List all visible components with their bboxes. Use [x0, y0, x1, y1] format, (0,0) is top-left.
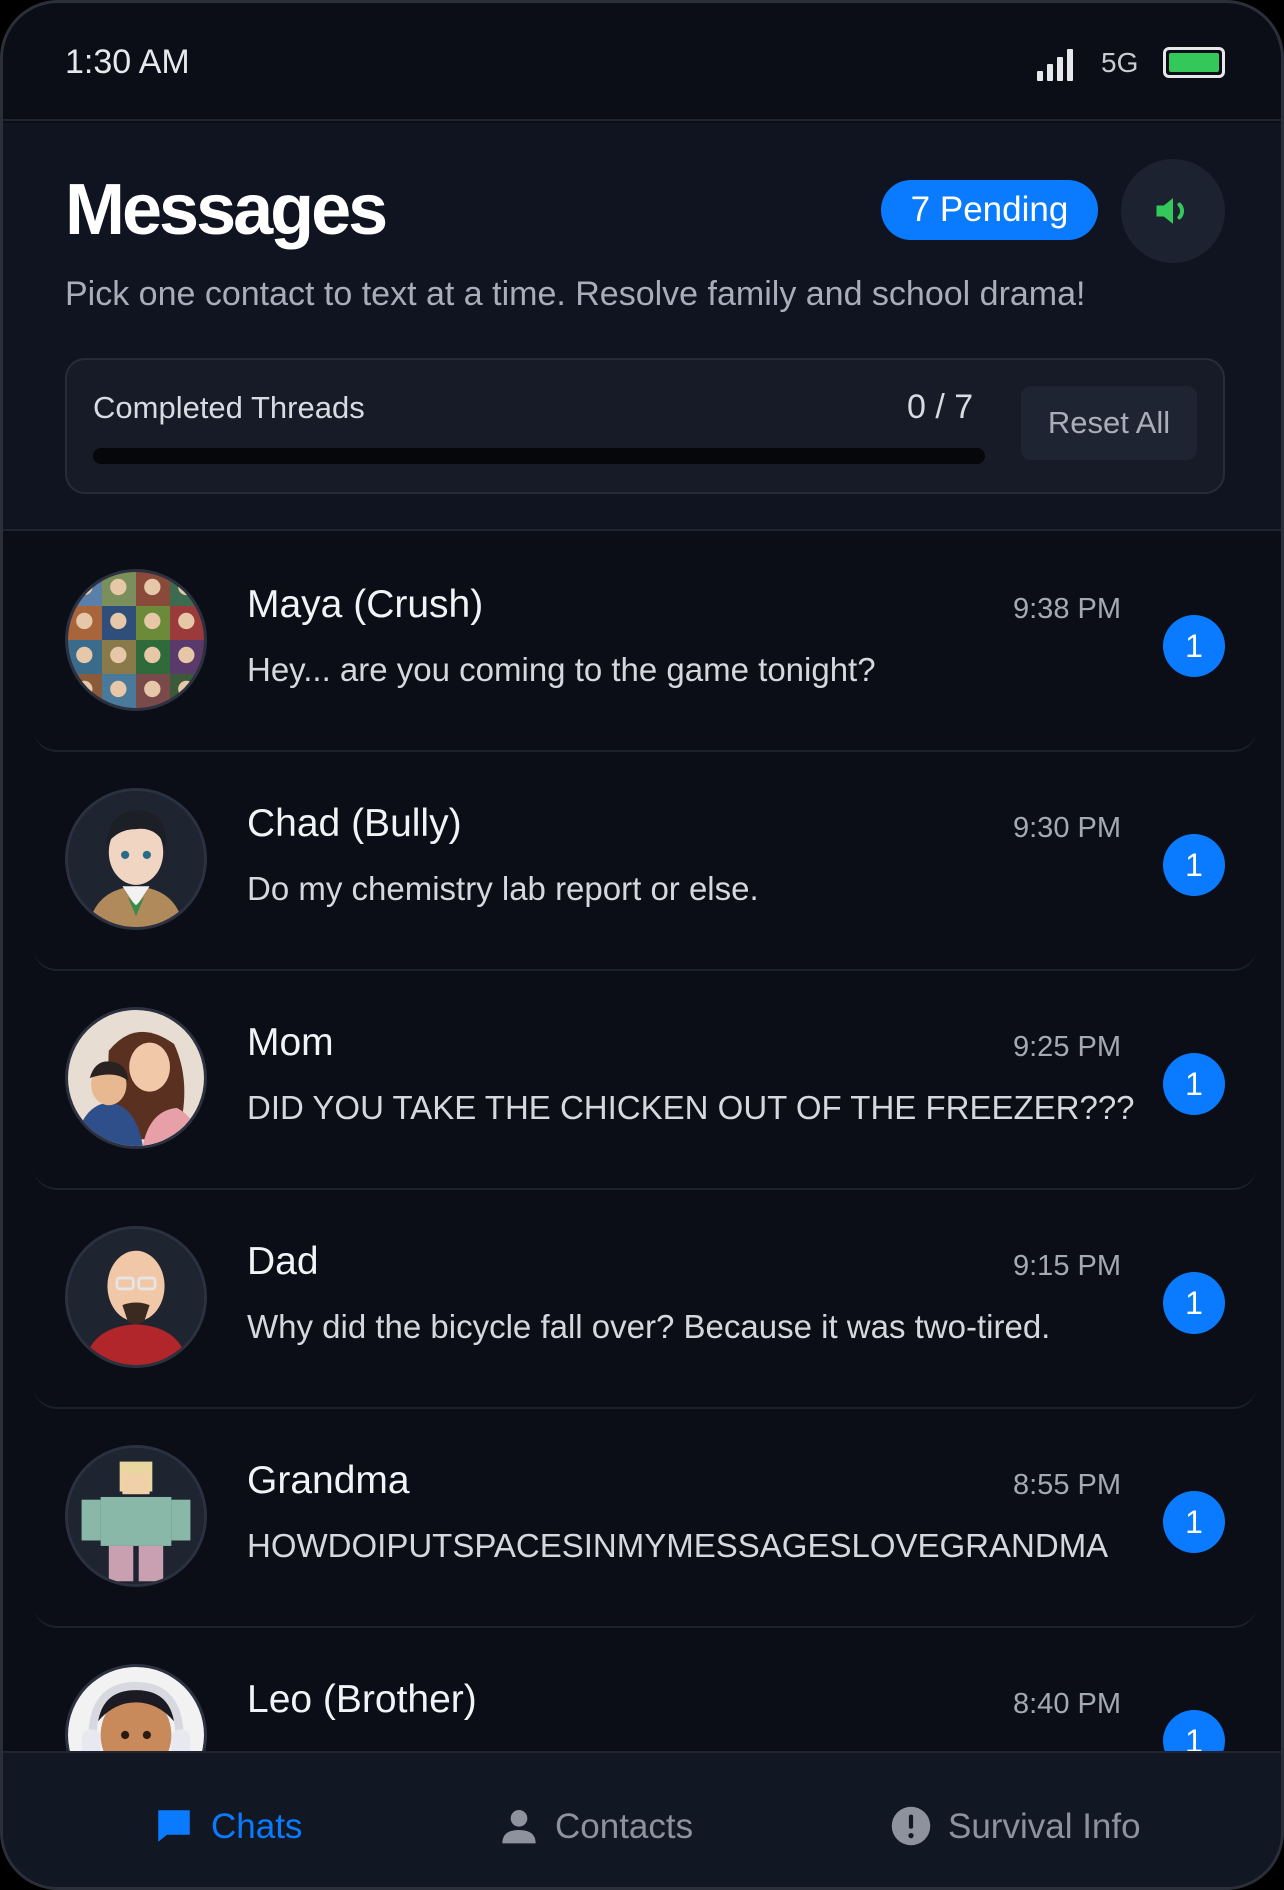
thread-time: 9:38 PM: [1013, 593, 1121, 625]
sound-toggle-button[interactable]: [1121, 159, 1225, 263]
unread-badge: 1: [1163, 1710, 1225, 1751]
tab-chats[interactable]: Chats: [158, 1807, 303, 1847]
thread-name: Maya (Crush): [247, 583, 484, 626]
thread-name: Leo (Brother): [247, 1678, 477, 1721]
signal-icon: [1037, 49, 1073, 81]
thread-time: 8:55 PM: [1013, 1469, 1121, 1501]
thread-time: 8:40 PM: [1013, 1688, 1121, 1720]
leo-avatar: [65, 1664, 207, 1751]
reset-all-button[interactable]: Reset All: [1021, 386, 1197, 460]
mom-avatar: [65, 1007, 207, 1149]
speaker-icon: [1156, 198, 1185, 224]
thread-row-maya[interactable]: Maya (Crush) 9:38 PM Hey... are you comi…: [33, 533, 1257, 752]
thread-preview: HOWDOIPUTSPACESINMYMESSAGESLOVEGRANDMA: [247, 1527, 1109, 1564]
progress-label: Completed Threads: [93, 390, 365, 425]
thread-row-leo[interactable]: Leo (Brother) 8:40 PM 1: [33, 1628, 1257, 1751]
thread-row-grandma[interactable]: Grandma 8:55 PM HOWDOIPUTSPACESINMYMESSA…: [33, 1409, 1257, 1628]
progress-card: Completed Threads 0 / 7 Reset All: [65, 358, 1225, 494]
page-subtitle: Pick one contact to text at a time. Reso…: [65, 275, 1086, 313]
status-bar: 1:30 AM 5G: [3, 3, 1281, 121]
unread-badge: 1: [1163, 1053, 1225, 1115]
thread-name: Dad: [247, 1240, 319, 1283]
thread-row-dad[interactable]: Dad 9:15 PM Why did the bicycle fall ove…: [33, 1190, 1257, 1409]
chat-bubble-icon: [158, 1810, 190, 1842]
tab-chats-label: Chats: [211, 1807, 303, 1846]
phone-screen: 1:30 AM 5G Messages 7 Pending Pick one c…: [0, 0, 1284, 1890]
unread-badge: 1: [1163, 1491, 1225, 1553]
unread-badge: 1: [1163, 615, 1225, 677]
person-icon: [502, 1810, 536, 1844]
unread-badge: 1: [1163, 1272, 1225, 1334]
thread-name: Chad (Bully): [247, 802, 462, 845]
maya-avatar: [65, 569, 207, 711]
dad-avatar: [65, 1226, 207, 1368]
tab-survival-info[interactable]: Survival Info: [891, 1806, 1141, 1847]
thread-row-chad[interactable]: Chad (Bully) 9:30 PM Do my chemistry lab…: [33, 752, 1257, 971]
network-label: 5G: [1101, 47, 1139, 78]
alert-circle-icon: [891, 1806, 931, 1846]
thread-time: 9:15 PM: [1013, 1250, 1121, 1282]
tab-contacts-label: Contacts: [555, 1807, 694, 1846]
tab-contacts[interactable]: Contacts: [502, 1807, 694, 1847]
thread-preview: DID YOU TAKE THE CHICKEN OUT OF THE FREE…: [247, 1089, 1135, 1126]
page-title: Messages: [65, 170, 388, 250]
unread-badge: 1: [1163, 834, 1225, 896]
messages-header: Messages 7 Pending Pick one contact to t…: [3, 123, 1281, 531]
pending-badge: 7 Pending: [881, 180, 1098, 240]
thread-name: Grandma: [247, 1459, 410, 1502]
thread-preview: Do my chemistry lab report or else.: [247, 870, 759, 907]
progress-bar: [93, 448, 985, 464]
thread-time: 9:30 PM: [1013, 812, 1121, 844]
chad-avatar: [65, 788, 207, 930]
thread-preview: Hey... are you coming to the game tonigh…: [247, 651, 876, 688]
thread-preview: Why did the bicycle fall over? Because i…: [247, 1308, 1051, 1345]
status-time: 1:30 AM: [65, 43, 190, 81]
bottom-nav: Chats Contacts Survival Info: [3, 1751, 1281, 1887]
thread-row-mom[interactable]: Mom 9:25 PM DID YOU TAKE THE CHICKEN OUT…: [33, 971, 1257, 1190]
thread-time: 9:25 PM: [1013, 1031, 1121, 1063]
progress-count: 0 / 7: [907, 388, 974, 426]
thread-list: Maya (Crush) 9:38 PM Hey... are you comi…: [3, 533, 1281, 1751]
grandma-avatar: [65, 1445, 207, 1587]
battery-icon: [1163, 47, 1225, 78]
tab-survival-info-label: Survival Info: [948, 1807, 1141, 1846]
thread-name: Mom: [247, 1021, 334, 1064]
